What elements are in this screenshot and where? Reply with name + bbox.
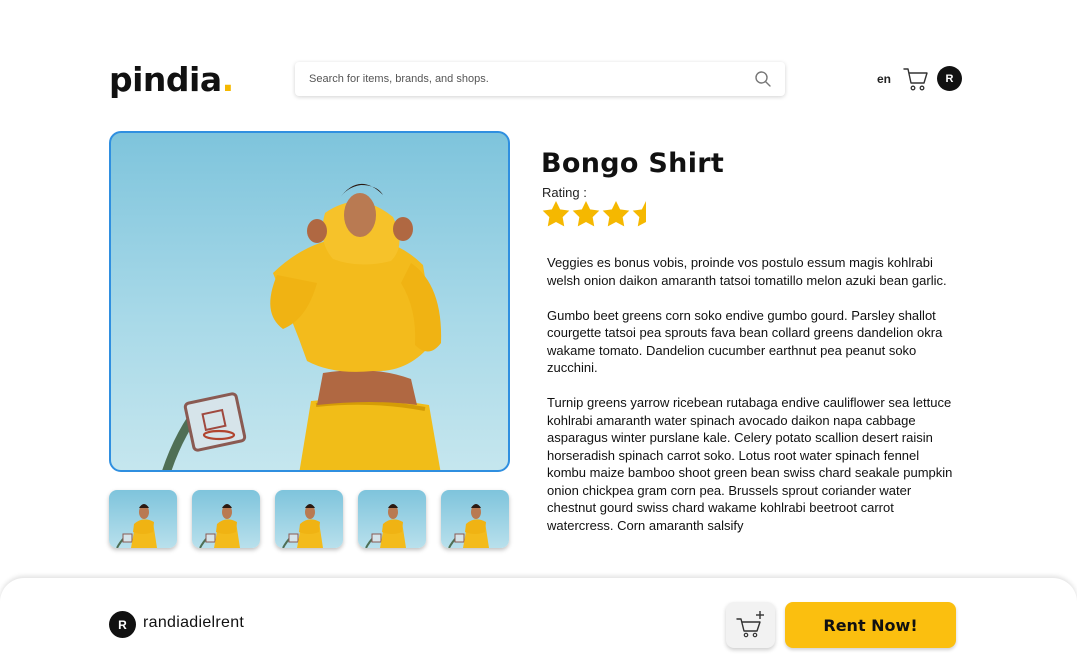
bottom-action-bar: R randiadielrent Rent Now! — [0, 578, 1077, 667]
star-icon — [542, 201, 570, 227]
thumbnail-3[interactable] — [275, 490, 343, 548]
logo[interactable]: pindia. — [109, 60, 234, 100]
star-icon — [602, 201, 630, 227]
product-photo — [162, 183, 442, 470]
cart-icon[interactable] — [903, 66, 929, 92]
search-input[interactable] — [309, 62, 739, 96]
rating-label: Rating : — [542, 185, 587, 200]
rent-now-button[interactable]: Rent Now! — [785, 602, 956, 648]
thumbnail-image — [448, 504, 489, 548]
product-description: Veggies es bonus vobis, proinde vos post… — [547, 254, 959, 550]
product-title: Bongo Shirt — [541, 148, 725, 179]
star-icon — [572, 201, 600, 227]
thumbnail-4[interactable] — [358, 490, 426, 548]
thumbnail-strip — [109, 490, 510, 550]
description-paragraph-1: Veggies es bonus vobis, proinde vos post… — [547, 255, 947, 288]
thumbnail-2[interactable] — [192, 490, 260, 548]
add-to-cart-button[interactable] — [726, 602, 775, 648]
language-selector[interactable]: en — [877, 72, 891, 86]
user-avatar[interactable]: R — [937, 66, 962, 91]
add-to-cart-icon — [736, 611, 764, 638]
description-paragraph-3: Turnip greens yarrow ricebean rutabaga e… — [547, 395, 953, 533]
logo-text: pindia — [109, 60, 222, 99]
search-icon[interactable] — [754, 70, 772, 88]
thumbnail-image — [199, 504, 240, 548]
search-bar — [295, 62, 785, 96]
thumbnail-image — [282, 504, 323, 548]
description-paragraph-2: Gumbo beet greens corn soko endive gumbo… — [547, 307, 943, 376]
logo-dot: . — [221, 60, 235, 99]
thumbnail-5[interactable] — [441, 490, 509, 548]
thumbnail-image — [116, 504, 157, 548]
thumbnail-image — [365, 504, 406, 548]
seller-avatar[interactable]: R — [109, 611, 136, 638]
thumbnail-1[interactable] — [109, 490, 177, 548]
product-main-image[interactable] — [109, 131, 510, 472]
star-rating — [542, 201, 646, 227]
seller-name[interactable]: randiadielrent — [143, 614, 244, 632]
star-icon — [632, 201, 646, 227]
